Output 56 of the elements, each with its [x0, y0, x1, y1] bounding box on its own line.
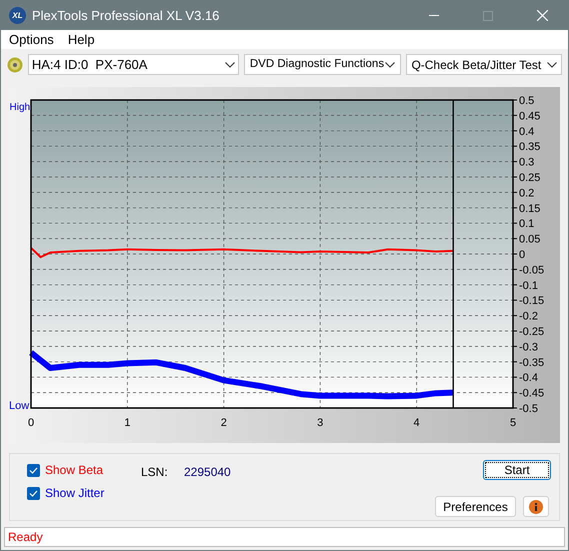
axis-label: 0.05 [519, 234, 540, 246]
info-button[interactable] [523, 496, 549, 517]
maximize-icon [483, 10, 493, 20]
window-title: PlexTools Professional XL V3.16 [32, 6, 220, 25]
check-icon [29, 490, 38, 496]
lsn-value: 2295040 [184, 464, 231, 481]
axis-label: 0.25 [519, 172, 540, 184]
axis-label: 0.3 [519, 156, 534, 169]
minimize-icon[interactable] [429, 14, 439, 16]
test-dropdown[interactable]: Q-Check Beta/Jitter Test [406, 54, 562, 75]
info-icon [529, 500, 543, 514]
axis-label: 4 [414, 417, 420, 429]
checkbox-label[interactable]: Show Beta [45, 461, 104, 479]
axis-label: 0.5 [519, 95, 534, 107]
axis-label: -0.35 [519, 356, 544, 369]
axis-label: -0.2 [519, 310, 538, 323]
axis-label: 0.45 [519, 110, 540, 122]
app-logo: XL [9, 7, 26, 24]
low-label: Low [9, 400, 30, 412]
checkbox[interactable] [27, 486, 40, 500]
axis-label: 5 [510, 417, 516, 429]
status-text: Ready [8, 529, 43, 546]
axis-label: 0.1 [519, 218, 534, 230]
axis-label: 1 [124, 417, 130, 429]
lsn-label: LSN: [141, 464, 168, 481]
axis-label: 3 [317, 417, 324, 429]
caret-icon [385, 62, 396, 68]
close-icon[interactable] [537, 10, 548, 21]
axis-label: 0.2 [519, 187, 534, 200]
menu-item[interactable]: Options [9, 30, 54, 50]
axis-label: -0.1 [519, 280, 538, 292]
axis-label: 0.4 [519, 126, 534, 138]
axis-label: -0.45 [519, 388, 544, 400]
axis-label: 2 [220, 417, 227, 429]
axis-label: -0.15 [519, 295, 544, 308]
high-label: High [10, 102, 30, 113]
caret-icon [547, 62, 558, 68]
menu-item[interactable]: Help [68, 30, 95, 50]
axis-label: -0.25 [519, 326, 544, 338]
axis-label: -0.3 [519, 341, 538, 354]
disc-icon [7, 56, 23, 72]
axis-label: -0.5 [519, 403, 538, 415]
function-dropdown[interactable]: DVD Diagnostic Functions [244, 54, 402, 75]
axis-label: 0.35 [519, 141, 540, 154]
axis-label: -0.4 [519, 372, 538, 384]
checkbox[interactable] [27, 464, 40, 476]
axis-label: -0.05 [519, 264, 544, 276]
axis-label: 0 [519, 249, 526, 261]
preferences-button[interactable]: Preferences [435, 496, 516, 517]
axis-label: 0 [28, 417, 34, 429]
checkbox-label[interactable]: Show Jitter [45, 484, 104, 502]
check-icon [29, 466, 38, 474]
drive-dropdown[interactable]: HA:4 ID:0 PX-760A [28, 54, 239, 75]
start-button[interactable]: Start [483, 460, 551, 480]
axis-label: 0.15 [519, 202, 540, 215]
caret-icon [224, 62, 235, 68]
